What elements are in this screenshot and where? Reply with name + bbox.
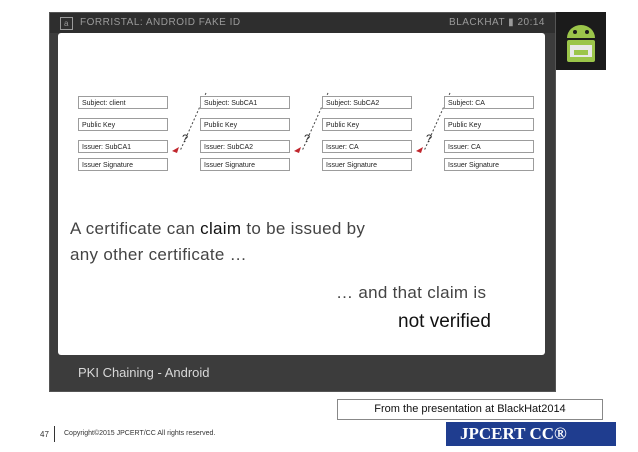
arrow-head-2 bbox=[294, 147, 301, 153]
page-number: 47 bbox=[40, 430, 49, 439]
cert-4-issuer: Issuer: CA bbox=[444, 140, 534, 153]
footer-divider bbox=[54, 426, 55, 442]
slide-footer-label: PKI Chaining - Android bbox=[78, 365, 210, 380]
claim-line-3: … and that claim is bbox=[336, 283, 487, 302]
cert-1-subject: Subject: client bbox=[78, 96, 168, 109]
jpcert-logo: JPCERT CC® bbox=[446, 422, 616, 446]
cert-2-issuer: Issuer: SubCA2 bbox=[200, 140, 290, 153]
cert-4-signature: Issuer Signature bbox=[444, 158, 534, 171]
arrow-head-1 bbox=[172, 147, 179, 153]
slide-frame: a FORRISTAL: ANDROID FAKE ID BLACKHAT ▮ … bbox=[49, 12, 556, 392]
status-indicator: BLACKHAT ▮ 20:14 bbox=[449, 17, 545, 28]
app-logo: a bbox=[60, 17, 73, 30]
cert-3-subject: Subject: SubCA2 bbox=[322, 96, 412, 109]
arrow-head-3 bbox=[416, 147, 423, 153]
cert-1-signature: Issuer Signature bbox=[78, 158, 168, 171]
claim-line-2: any other certificate … bbox=[70, 245, 247, 264]
copyright-text: Copyright©2015 JPCERT/CC All rights rese… bbox=[64, 430, 216, 437]
cert-4-subject: Subject: CA bbox=[444, 96, 534, 109]
question-mark-2: ? bbox=[304, 133, 311, 145]
chain-arrows bbox=[172, 92, 451, 153]
cert-2-key: Public Key bbox=[200, 118, 290, 131]
claim-line-1: A certificate can claim to be issued by bbox=[70, 219, 365, 239]
cert-1-key: Public Key bbox=[78, 118, 168, 131]
window-title: FORRISTAL: ANDROID FAKE ID bbox=[80, 17, 241, 28]
not-verified-text: not verified bbox=[398, 311, 491, 332]
cert-3-issuer: Issuer: CA bbox=[322, 140, 412, 153]
question-mark-1: ? bbox=[182, 133, 189, 145]
cert-1-issuer: Issuer: SubCA1 bbox=[78, 140, 168, 153]
claim-word: claim bbox=[200, 219, 242, 238]
cert-3-key: Public Key bbox=[322, 118, 412, 131]
question-mark-3: ? bbox=[426, 133, 433, 145]
cert-4-key: Public Key bbox=[444, 118, 534, 131]
cert-3-signature: Issuer Signature bbox=[322, 158, 412, 171]
cert-2-subject: Subject: SubCA1 bbox=[200, 96, 290, 109]
android-robot-icon bbox=[556, 12, 606, 70]
source-caption: From the presentation at BlackHat2014 bbox=[337, 399, 603, 420]
claim-line-1b: to be issued by bbox=[241, 219, 366, 238]
cert-2-signature: Issuer Signature bbox=[200, 158, 290, 171]
claim-line-1a: A certificate can bbox=[70, 219, 201, 238]
android-icon bbox=[556, 12, 606, 70]
slide-content: Subject: client Public Key Issuer: SubCA… bbox=[58, 33, 545, 355]
title-bar: a FORRISTAL: ANDROID FAKE ID BLACKHAT ▮ … bbox=[50, 13, 555, 33]
